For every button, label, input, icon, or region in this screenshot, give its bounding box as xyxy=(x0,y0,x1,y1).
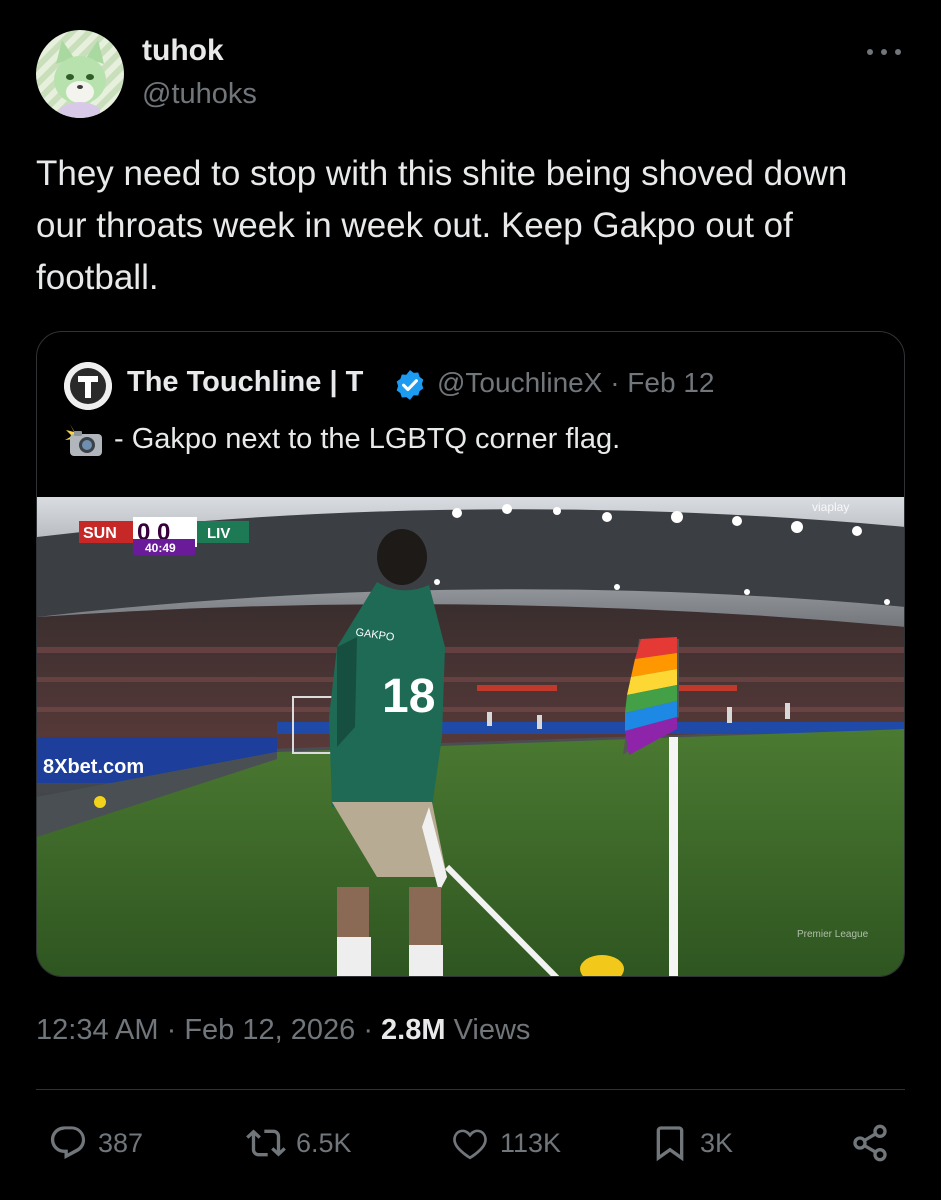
share-icon xyxy=(853,1124,887,1162)
quote-date[interactable]: Feb 12 xyxy=(627,367,714,398)
more-options-icon[interactable] xyxy=(862,38,906,66)
tweet-text: They need to stop with this shite being … xyxy=(36,154,848,297)
quote-handle[interactable]: @TouchlineX xyxy=(437,367,602,398)
heart-icon xyxy=(453,1129,487,1160)
ad-board-text: 8Xbet.com xyxy=(43,756,144,778)
camera-flash-icon xyxy=(64,422,106,458)
like-count: 113K xyxy=(500,1127,562,1158)
quote-meta: @TouchlineX · Feb 12 xyxy=(437,367,714,399)
repost-button[interactable]: 6.5K xyxy=(246,1120,352,1166)
wolf-avatar-icon xyxy=(36,30,124,118)
bookmark-button[interactable]: 3K xyxy=(650,1120,733,1166)
repost-count: 6.5K xyxy=(296,1127,352,1158)
match-clock: 40:49 xyxy=(145,541,176,555)
meta-separator-1: · xyxy=(166,1014,177,1046)
quote-separator: · xyxy=(610,367,620,398)
broadcaster-logo: viaplay xyxy=(812,500,849,514)
views-count: 2.8M xyxy=(381,1014,446,1046)
like-button[interactable]: 113K xyxy=(450,1120,561,1166)
bookmark-icon xyxy=(656,1126,684,1162)
reply-count: 387 xyxy=(98,1127,144,1158)
repost-icon xyxy=(246,1129,286,1157)
author-handle[interactable]: @tuhoks xyxy=(142,78,257,111)
quoted-tweet[interactable]: The Touchline | T @TouchlineX · Feb 12 -… xyxy=(36,331,905,977)
tweet-date: Feb 12, 2026 xyxy=(184,1014,356,1046)
score-home: SUN xyxy=(83,525,117,542)
quote-author-name[interactable]: The Touchline | T xyxy=(127,366,363,399)
author-display-name[interactable]: tuhok xyxy=(142,34,224,68)
quote-media-image[interactable]: 8Xbet.com 18 GAKPO SUN 0 0 LIV 40:49 via… xyxy=(37,497,904,976)
tweet-time: 12:34 AM xyxy=(36,1014,159,1046)
quote-avatar[interactable] xyxy=(64,362,112,410)
share-button[interactable] xyxy=(850,1120,900,1166)
meta-separator-2: · xyxy=(363,1014,373,1046)
verified-badge-icon xyxy=(393,368,427,402)
divider xyxy=(36,1089,905,1090)
media-watermark: Premier League xyxy=(797,929,869,940)
views-label: Views xyxy=(453,1014,531,1046)
score-away: LIV xyxy=(207,525,230,542)
touchline-logo-icon xyxy=(64,362,112,410)
bookmark-count: 3K xyxy=(700,1127,734,1158)
shirt-number: 18 xyxy=(382,670,435,723)
reply-icon xyxy=(50,1126,86,1159)
quote-text: - Gakpo next to the LGBTQ corner flag. xyxy=(114,423,621,455)
author-avatar[interactable] xyxy=(36,30,124,118)
tweet-timestamp[interactable]: 12:34 AM · Feb 12, 2026 · 2.8M Views xyxy=(36,1014,530,1047)
reply-button[interactable]: 387 xyxy=(48,1120,143,1166)
